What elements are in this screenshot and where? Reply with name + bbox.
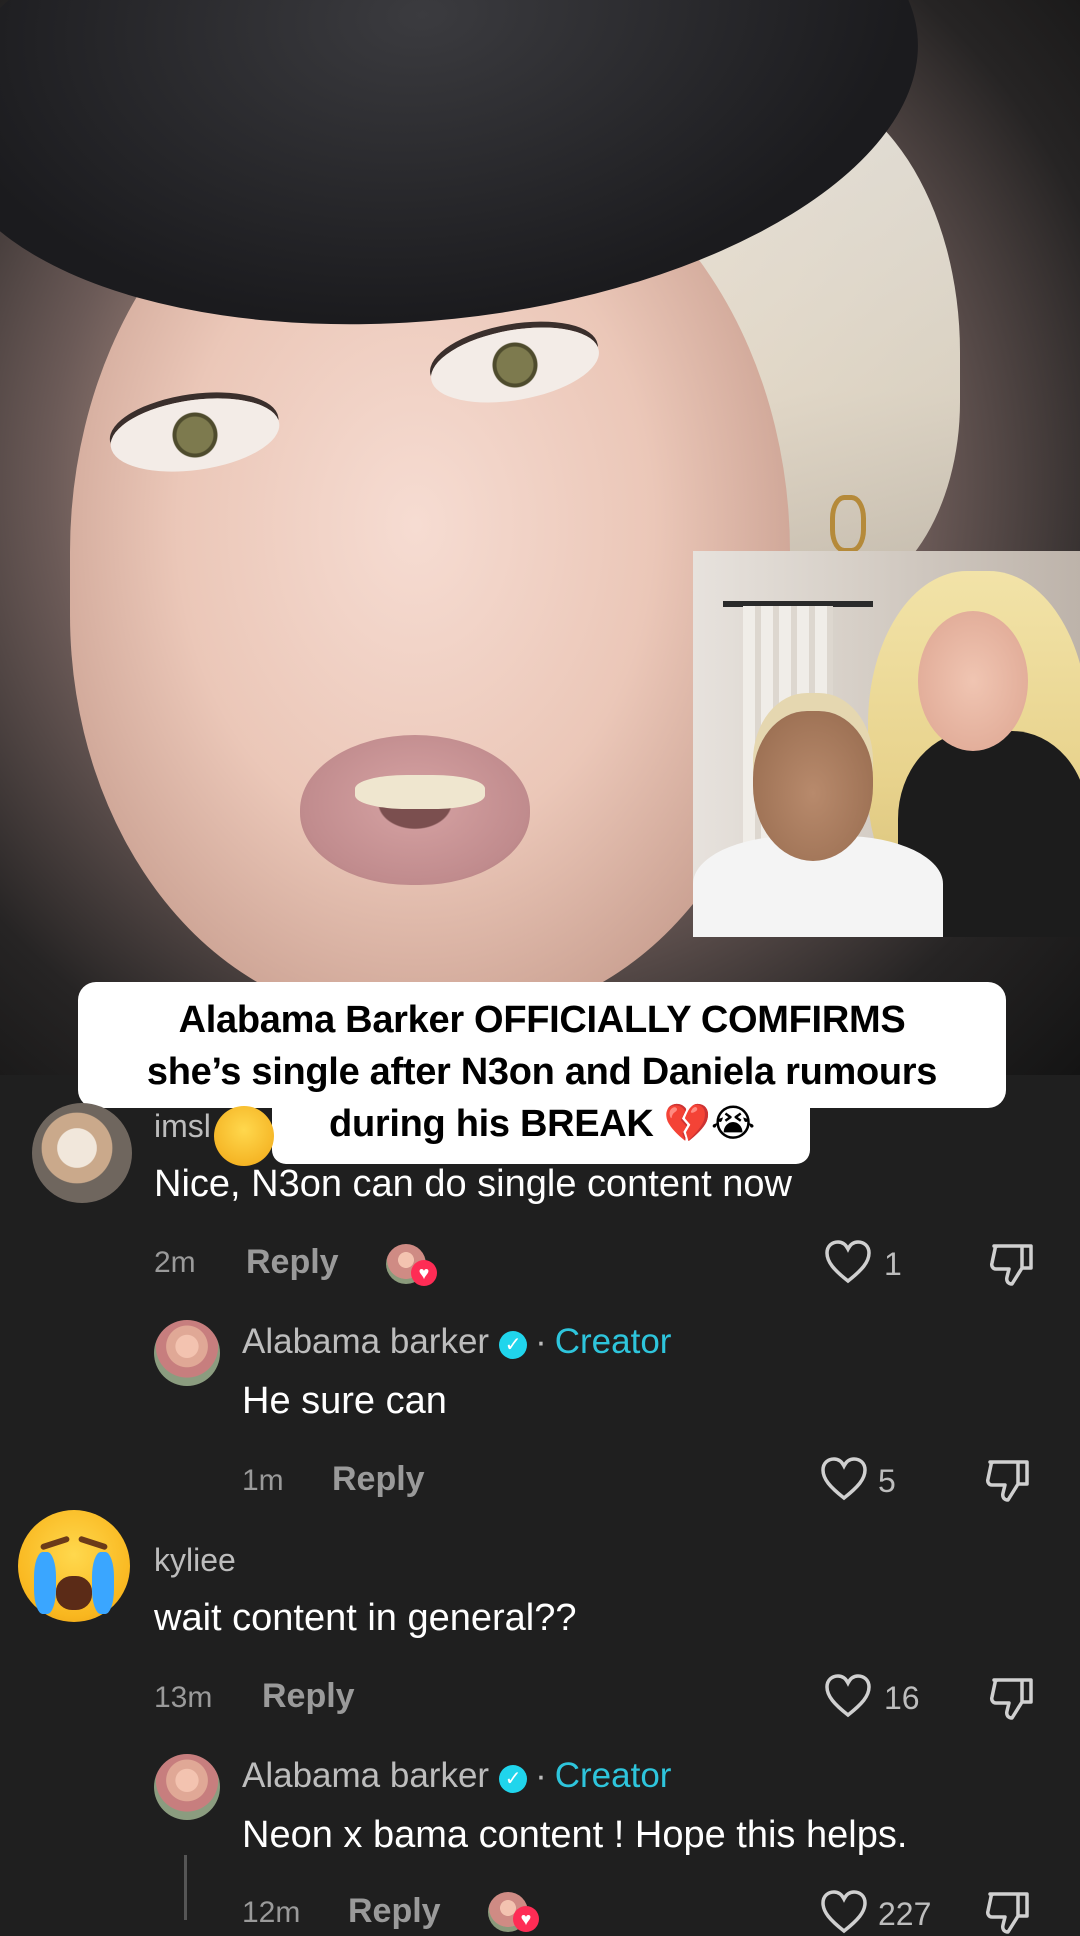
crying-emoji-icon <box>214 1106 274 1166</box>
comment-time: 2m <box>154 1246 196 1279</box>
creator-avatar[interactable] <box>154 1320 220 1386</box>
like-count: 16 <box>884 1680 920 1716</box>
creator-name-row[interactable]: Alabama barker ✓ · Creator <box>242 1756 671 1796</box>
reply-button[interactable]: Reply <box>348 1892 441 1931</box>
teeth <box>355 775 485 809</box>
like-count: 1 <box>884 1246 902 1282</box>
reply-button[interactable]: Reply <box>332 1460 425 1499</box>
cat-avatar[interactable] <box>32 1103 132 1203</box>
dislike-icon[interactable] <box>984 1888 1032 1936</box>
video-frame[interactable] <box>0 0 1080 1075</box>
like-heart-icon[interactable] <box>820 1457 868 1501</box>
thread-line <box>184 1855 187 1920</box>
like-count: 5 <box>878 1463 896 1499</box>
reply-button[interactable]: Reply <box>246 1243 339 1282</box>
reply-username[interactable]: Alabama barker <box>242 1756 489 1795</box>
comment-time: 13m <box>154 1681 213 1714</box>
creator-name-row[interactable]: Alabama barker ✓ · Creator <box>242 1322 671 1362</box>
like-heart-icon[interactable] <box>824 1674 872 1718</box>
loudly-crying-emoji-avatar[interactable] <box>18 1510 134 1626</box>
caption-line-2: she’s single after N3on and Daniela rumo… <box>146 1051 938 1093</box>
woman-face <box>918 611 1028 751</box>
dislike-icon[interactable] <box>988 1240 1036 1288</box>
creator-avatar[interactable] <box>154 1754 220 1820</box>
inset-photo <box>693 551 1080 937</box>
creator-heart-icon: ♥ <box>411 1260 437 1286</box>
like-count: 227 <box>878 1896 932 1932</box>
dislike-icon[interactable] <box>988 1674 1036 1722</box>
caption-line-1: Alabama Barker OFFICIALLY COMFIRMS <box>178 999 906 1041</box>
like-heart-icon[interactable] <box>820 1890 868 1934</box>
like-heart-icon[interactable] <box>824 1240 872 1284</box>
verified-check-icon: ✓ <box>499 1331 528 1359</box>
dislike-icon[interactable] <box>984 1456 1032 1504</box>
reply-username[interactable]: Alabama barker <box>242 1322 489 1361</box>
reply-text: Neon x bama content ! Hope this helps. <box>242 1814 908 1856</box>
verified-check-icon: ✓ <box>499 1765 528 1793</box>
crying-face-icon <box>18 1510 130 1622</box>
reply-time: 1m <box>242 1464 284 1497</box>
man-head <box>753 711 873 861</box>
earring <box>830 495 866 553</box>
comment-username[interactable]: imsl <box>154 1108 211 1145</box>
comment-text: Nice, N3on can do single content now <box>154 1163 792 1205</box>
lips <box>300 735 530 885</box>
creator-tag: Creator <box>554 1322 672 1361</box>
reply-time: 12m <box>242 1896 301 1929</box>
creator-tag: Creator <box>554 1756 672 1795</box>
reply-text: He sure can <box>242 1380 447 1422</box>
creator-heart-icon: ♥ <box>513 1906 539 1932</box>
name-separator: · <box>535 1756 547 1795</box>
comment-username[interactable]: kyliee <box>154 1542 236 1579</box>
comment-text: wait content in general?? <box>154 1597 577 1639</box>
name-separator: · <box>535 1322 547 1361</box>
reply-button[interactable]: Reply <box>262 1677 355 1716</box>
